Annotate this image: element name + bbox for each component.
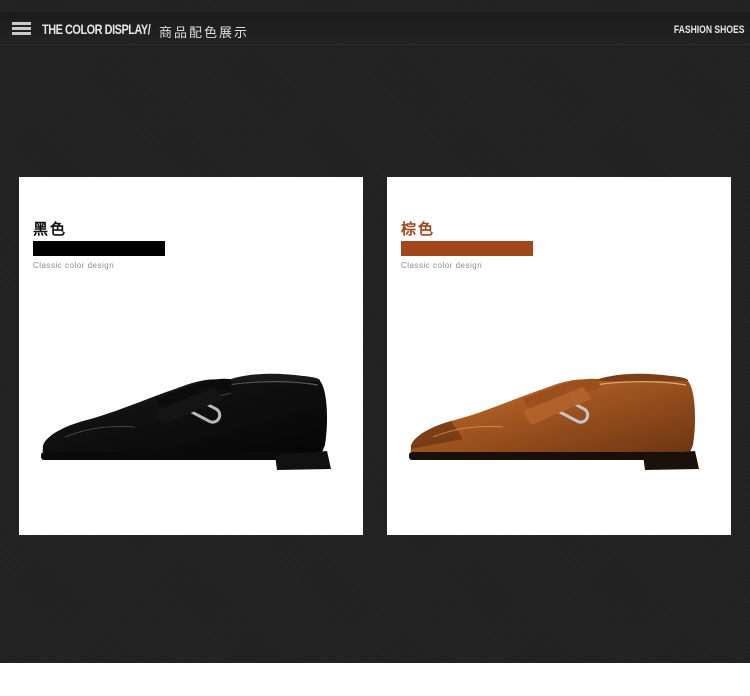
header-bar: THE COLOR DISPLAY/ 商品配色展示 FASHION SHOES bbox=[0, 12, 750, 45]
color-swatch bbox=[401, 241, 533, 256]
color-name-label: 棕色 bbox=[401, 220, 436, 238]
brown-shoe-image bbox=[409, 373, 699, 470]
color-caption: Classic color design bbox=[33, 261, 115, 270]
black-shoe-image bbox=[41, 373, 331, 470]
section-title-en: THE COLOR DISPLAY/ bbox=[42, 21, 151, 37]
color-name-label: 黑色 bbox=[33, 220, 68, 238]
color-swatch bbox=[33, 241, 165, 256]
color-card-brown[interactable]: 棕色 Classic color design bbox=[387, 177, 731, 535]
section-title-cn: 商品配色展示 bbox=[159, 26, 250, 41]
menu-icon[interactable] bbox=[12, 22, 31, 36]
brand-label: FASHION SHOES bbox=[673, 24, 744, 36]
color-card-black[interactable]: 黑色 Classic color design bbox=[19, 177, 363, 535]
color-caption: Classic color design bbox=[401, 261, 483, 270]
